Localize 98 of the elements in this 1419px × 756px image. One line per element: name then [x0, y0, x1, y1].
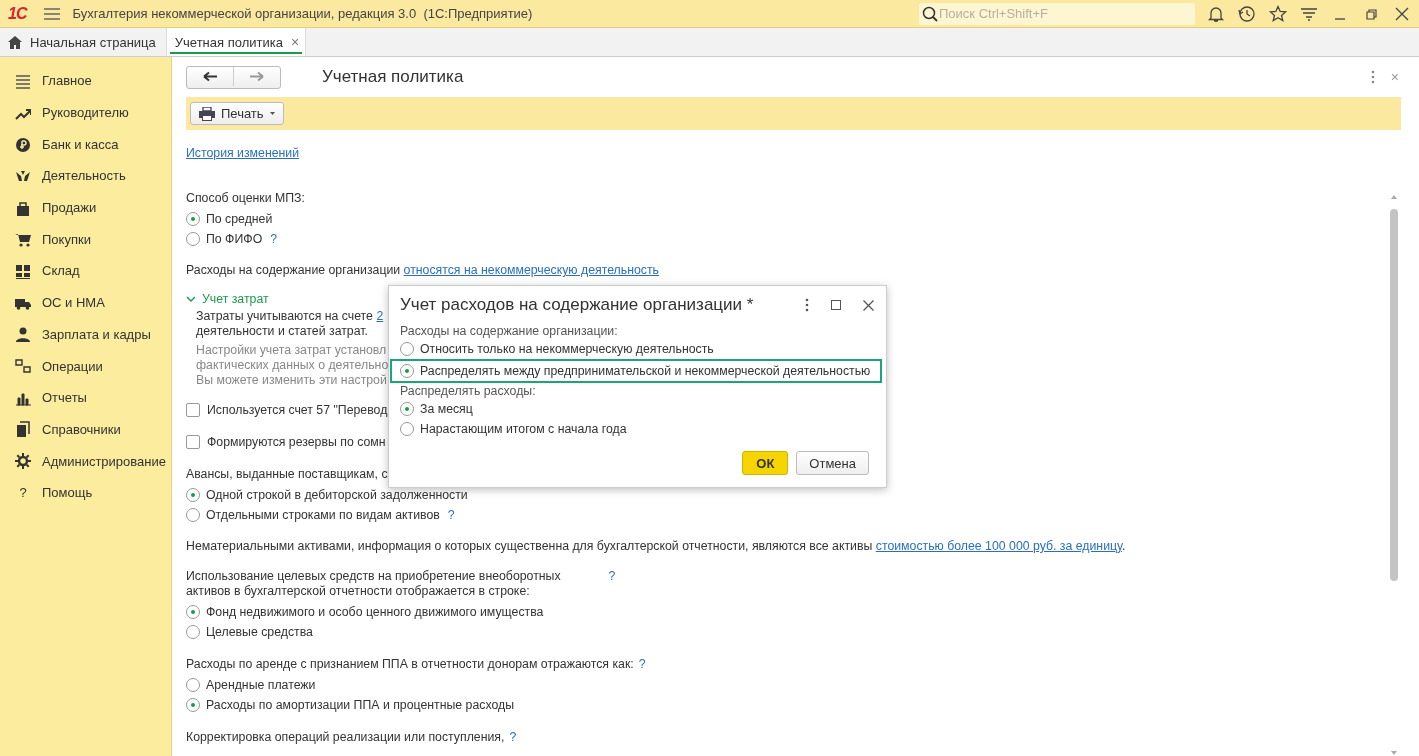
radio-button[interactable]: [186, 605, 200, 619]
option-label[interactable]: За месяц: [420, 401, 473, 417]
printer-icon: [199, 106, 215, 121]
radio-button[interactable]: [186, 508, 200, 522]
account-link[interactable]: 2: [376, 309, 384, 323]
squares-icon: [15, 358, 31, 375]
option-label[interactable]: Относить только на некоммерческую деятельность: [420, 341, 714, 357]
option-label[interactable]: Фонд недвижимого и особо ценного движимого имущества: [206, 604, 544, 620]
radio-button[interactable]: [400, 422, 414, 436]
option-label[interactable]: По средней: [206, 211, 273, 227]
description-text: Нематериальными активами, информация о которых существенна для бухгалтерской отчетности, являются все активы стоимостью более 100 000 руб. за единицу.: [186, 539, 1126, 554]
sidebar-item[interactable]: Справочники: [0, 413, 171, 446]
list-icon: [15, 72, 31, 89]
ok-button[interactable]: ОК: [742, 451, 789, 475]
option-label[interactable]: Арендные платежи: [206, 677, 316, 693]
person-icon: [15, 326, 31, 343]
caret-icon: [269, 112, 275, 115]
help-link[interactable]: ?: [447, 507, 455, 523]
app-logo[interactable]: 1С: [8, 4, 27, 23]
radio-button[interactable]: [400, 402, 414, 416]
scrollbar[interactable]: [1390, 195, 1398, 755]
value-link[interactable]: стоимостью более 100 000 руб. за единицу: [875, 539, 1122, 553]
books-icon: [15, 421, 31, 438]
form-title: Учетная политика: [322, 67, 464, 87]
help-icon: ?: [15, 485, 31, 501]
sidebar-item[interactable]: Отчеты: [0, 381, 171, 414]
dialog-title: Учет расходов на содержание организации *: [400, 295, 754, 315]
option-label[interactable]: По ФИФО: [206, 231, 263, 247]
menu-icon[interactable]: [44, 7, 61, 20]
sidebar-item[interactable]: ? Помощь: [0, 476, 171, 509]
cart-icon: [15, 231, 31, 248]
option-label[interactable]: Распределять между предпринимательской и некоммерческой деятельностью: [420, 363, 871, 379]
group-label: Расходы по аренде с признанием ППА в отчетности донорам отражаются как:: [186, 657, 634, 672]
maximize-icon[interactable]: [831, 300, 841, 310]
grid-icon: [15, 262, 31, 279]
checkbox[interactable]: [186, 435, 200, 449]
radio-button[interactable]: [400, 364, 414, 378]
help-link[interactable]: ?: [509, 730, 517, 745]
close-tab-button[interactable]: ×: [290, 34, 300, 50]
radio-button[interactable]: [186, 232, 200, 246]
radio-button[interactable]: [186, 488, 200, 502]
option-label[interactable]: Целевые средства: [206, 624, 313, 640]
group-label: Использование целевых средств на приобретение внеоборотных активов в бухгалтерской отчетности отображается в строке:: [186, 569, 561, 599]
bag-icon: [15, 199, 31, 216]
bell-icon[interactable]: [1207, 4, 1225, 23]
history-link[interactable]: История изменений: [186, 146, 300, 160]
home-icon: [8, 35, 22, 49]
help-link[interactable]: ?: [270, 231, 278, 247]
tab[interactable]: Начальная страница: [0, 28, 167, 56]
tab[interactable]: Учетная политика ×: [166, 28, 307, 56]
sidebar-item[interactable]: Банк и касса: [0, 128, 171, 161]
group-label: Расходы на содержание организации:: [400, 324, 619, 339]
radio-button[interactable]: [186, 698, 200, 712]
close-icon[interactable]: [863, 299, 874, 311]
window-title: Бухгалтерия некоммерческой организации, редакция 3.0 (1С:Предприятие): [72, 6, 533, 21]
radio-button[interactable]: [186, 625, 200, 639]
sidebar-item[interactable]: Руководителю: [0, 96, 171, 129]
group-label: Распределять расходы:: [400, 384, 537, 399]
option-label[interactable]: Нарастающим итогом с начала года: [420, 421, 627, 437]
more-icon[interactable]: [805, 298, 809, 312]
settings-icon: [15, 453, 31, 470]
sidebar-item[interactable]: Деятельность: [0, 160, 171, 192]
option-label[interactable]: Одной строкой в дебиторской задолженности: [206, 487, 468, 503]
history-icon[interactable]: [1238, 4, 1256, 23]
sidebar-item[interactable]: Покупки: [0, 223, 171, 256]
sidebar-item[interactable]: Администрирование: [0, 445, 171, 477]
description-text: Расходы на содержание организации относятся на некоммерческую деятельность: [186, 263, 659, 278]
group-label: Способ оценки МПЗ:: [186, 191, 305, 206]
description-text: Затраты учитываются на счете 2 деятельности и статей затрат.: [196, 309, 384, 339]
star-icon[interactable]: [1269, 4, 1287, 23]
sidebar-item[interactable]: Продажи: [0, 191, 171, 224]
group-label: Корректировка операций реализации или поступления,: [186, 730, 505, 745]
chevron-down-icon: [186, 296, 196, 303]
cancel-button[interactable]: Отмена: [796, 451, 869, 475]
sidebar-item[interactable]: Главное: [0, 65, 171, 97]
radio-button[interactable]: [186, 212, 200, 226]
more-icon[interactable]: [1370, 70, 1375, 84]
sidebar-item[interactable]: Операции: [0, 350, 171, 382]
radio-button[interactable]: [186, 678, 200, 692]
checkbox-label[interactable]: Формируются резервы по сомн: [207, 435, 386, 449]
radio-button[interactable]: [400, 342, 414, 356]
section-toggle[interactable]: Учет затрат: [186, 292, 269, 307]
value-link[interactable]: относятся на некоммерческую деятельность: [403, 263, 659, 277]
group-label: Авансы, выданные поставщикам, с: [186, 467, 388, 482]
search-icon: [922, 5, 938, 22]
note-text: Настройки учета затрат установл фактических данных о деятельно Вы можете изменить эти настрой: [196, 343, 389, 388]
search-field[interactable]: Поиск Ctrl+Shift+F: [919, 2, 1195, 25]
option-label[interactable]: Отдельными строками по видам активов: [206, 507, 440, 523]
option-label[interactable]: Расходы по амортизации ППА и процентные расходы: [206, 697, 514, 713]
sidebar-item[interactable]: Склад: [0, 255, 171, 287]
help-link[interactable]: ?: [638, 657, 646, 672]
sidebar-item[interactable]: ОС и НМА: [0, 286, 171, 319]
print-button[interactable]: Печать: [190, 102, 284, 125]
checkbox-label[interactable]: Используется счет 57 "Перевод: [207, 403, 388, 417]
coin-icon: [15, 136, 31, 153]
checkbox[interactable]: [186, 403, 200, 417]
help-link[interactable]: ?: [608, 569, 616, 584]
sidebar-item[interactable]: Зарплата и кадры: [0, 318, 171, 351]
